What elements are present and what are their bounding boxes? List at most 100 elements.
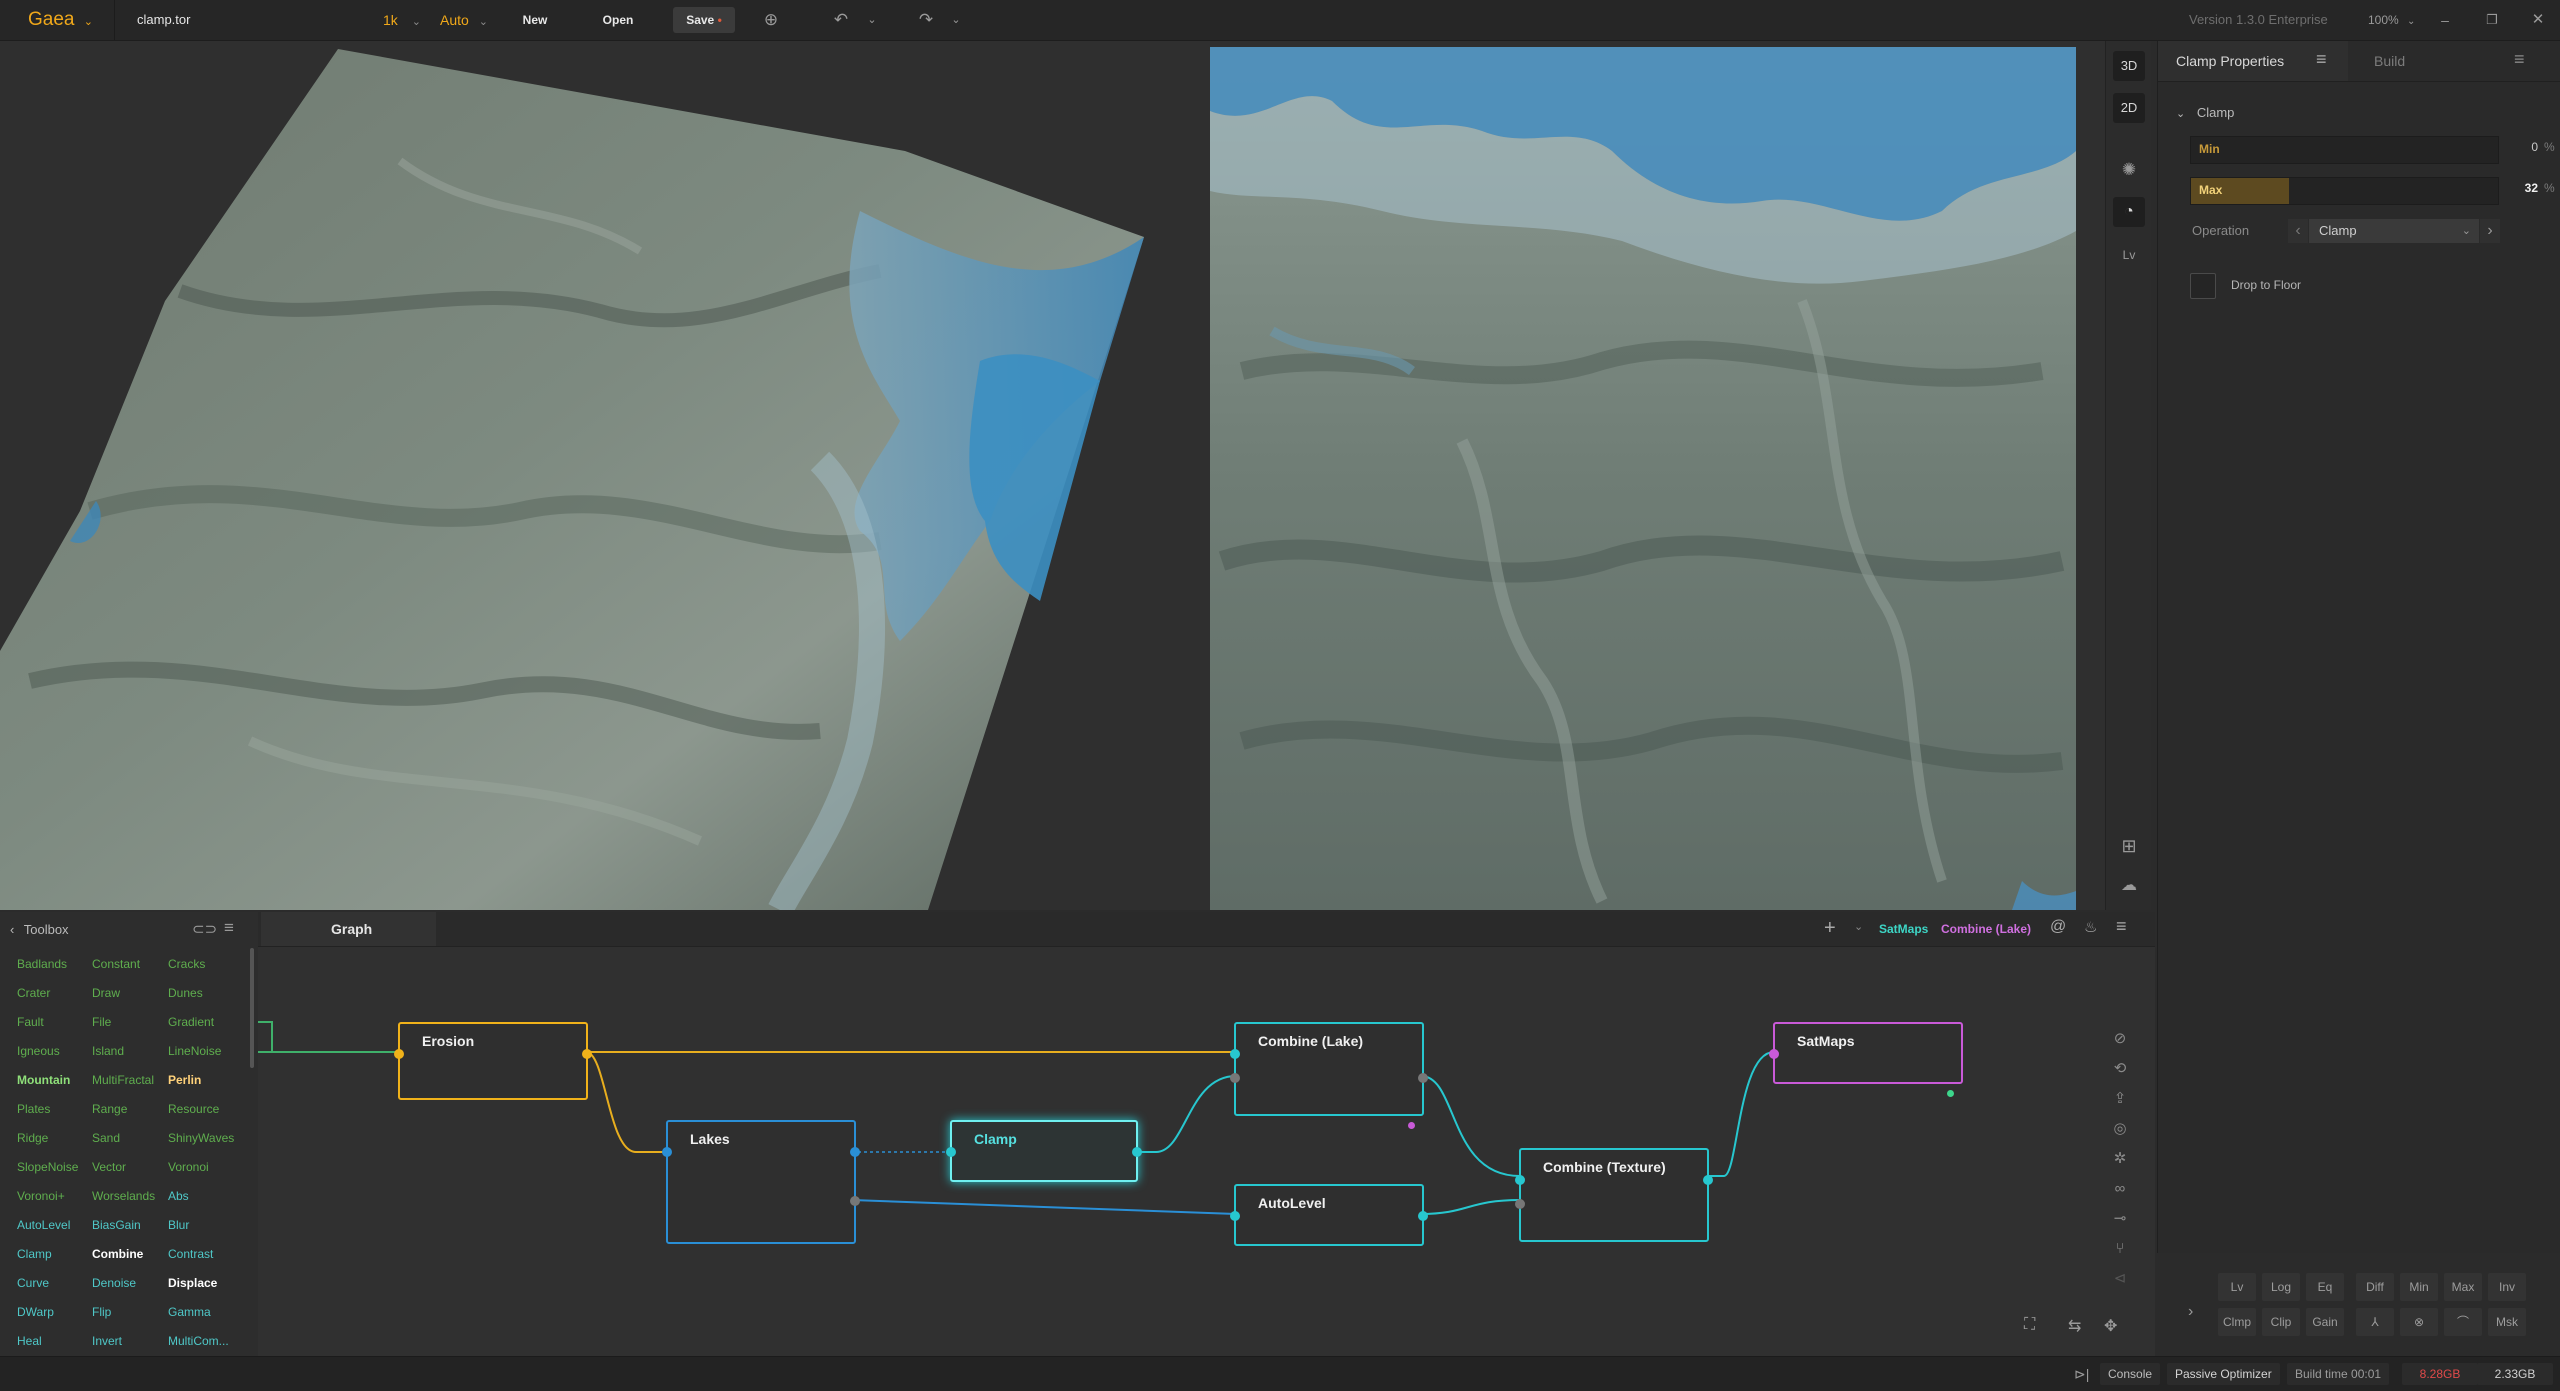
toolbox-item[interactable]: Worselands — [92, 1188, 155, 1204]
toolbox-item[interactable]: Ridge — [17, 1130, 48, 1146]
quick-button[interactable]: ⅄ — [2356, 1308, 2394, 1336]
toolbox-item[interactable]: Contrast — [168, 1246, 213, 1262]
toolbox-item[interactable]: Curve — [17, 1275, 49, 1291]
quick-button[interactable]: Max — [2444, 1273, 2482, 1301]
next-arrow-icon[interactable]: › — [2480, 219, 2500, 243]
export-icon[interactable]: ⇪ — [2108, 1084, 2132, 1114]
node-input-port[interactable] — [1230, 1073, 1240, 1083]
quick-button[interactable]: Lv — [2218, 1273, 2256, 1301]
node-input-port[interactable] — [946, 1147, 956, 1157]
toolbox-item[interactable]: Cracks — [168, 956, 205, 972]
tab-clamp-properties[interactable]: Clamp Properties ≡ — [2158, 41, 2348, 81]
node-output-port[interactable] — [850, 1147, 860, 1157]
toolbox-item[interactable]: Dunes — [168, 985, 203, 1001]
toolbox-item[interactable]: LineNoise — [168, 1043, 221, 1059]
lv-button[interactable]: Lv — [2113, 240, 2145, 270]
toolbox-item[interactable]: Heal — [17, 1333, 42, 1349]
toolbox-item[interactable]: Resource — [168, 1101, 219, 1117]
toolbox-scrollbar[interactable] — [250, 948, 254, 1068]
toolbox-item[interactable]: AutoLevel — [17, 1217, 70, 1233]
toolbox-item[interactable]: File — [92, 1014, 111, 1030]
toolbox-item[interactable]: Vector — [92, 1159, 126, 1175]
fit-view-icon[interactable]: ⛶ — [2024, 1316, 2035, 1334]
port-icon[interactable]: ⊲ — [2108, 1264, 2132, 1294]
min-value[interactable]: 0 — [2498, 140, 2538, 154]
toolbox-item[interactable]: Crater — [17, 985, 50, 1001]
toolbox-item[interactable]: Gamma — [168, 1304, 211, 1320]
chevron-down-icon[interactable]: ⌄ — [944, 8, 968, 32]
toolbox-item[interactable]: Voronoi+ — [17, 1188, 65, 1204]
cloud-icon[interactable]: ☁ — [2113, 871, 2145, 901]
grid-icon[interactable]: ⊞ — [2113, 831, 2145, 861]
toolbox-item[interactable]: Igneous — [17, 1043, 60, 1059]
node-autolevel[interactable]: AutoLevel — [1230, 1184, 1428, 1246]
toolbox-item[interactable]: Sand — [92, 1130, 120, 1146]
node-output-port[interactable] — [1418, 1211, 1428, 1221]
sun-icon[interactable]: ✺ — [2113, 155, 2145, 185]
section-header-clamp[interactable]: ⌄ Clamp — [2176, 105, 2234, 120]
graph-panel[interactable]: Graph + ⌄ SatMaps Combine (Lake) @ ♨ ≡ E… — [258, 912, 2155, 1356]
drop-to-floor-checkbox[interactable] — [2190, 273, 2216, 299]
node-satmaps[interactable]: SatMaps — [1769, 1022, 1963, 1097]
chevron-down-icon[interactable]: ⌄ — [860, 8, 884, 32]
min-slider[interactable]: Min — [2190, 136, 2499, 164]
menu-icon[interactable]: ≡ — [2514, 49, 2525, 70]
redo-icon[interactable]: ↷ — [914, 8, 938, 32]
node-erosion[interactable]: Erosion — [394, 1022, 592, 1100]
node-combine-lake[interactable]: Combine (Lake) — [1230, 1022, 1428, 1129]
viewport-2d[interactable] — [1182, 41, 2105, 910]
toggle-icon[interactable]: ⊂⊃ — [192, 920, 217, 938]
view-3d-button[interactable]: 3D — [2113, 51, 2145, 81]
quick-button[interactable]: Diff — [2356, 1273, 2394, 1301]
chevron-right-icon[interactable]: › — [2188, 1303, 2193, 1321]
undo-icon[interactable]: ↶ — [829, 8, 853, 32]
node-lakes[interactable]: Lakes — [662, 1120, 860, 1244]
node-input-port[interactable] — [1230, 1211, 1240, 1221]
gauge-icon[interactable]: ◔ — [2113, 197, 2145, 227]
node-input-port[interactable] — [1230, 1049, 1240, 1059]
toolbox-header[interactable]: ‹ Toolbox — [10, 922, 69, 937]
toolbox-item[interactable]: Mountain — [17, 1072, 70, 1088]
toolbox-item[interactable]: DWarp — [17, 1304, 54, 1320]
quick-button[interactable]: Clip — [2262, 1308, 2300, 1336]
node-output-port[interactable] — [1703, 1175, 1713, 1185]
quick-button[interactable]: Log — [2262, 1273, 2300, 1301]
quick-button[interactable]: Inv — [2488, 1273, 2526, 1301]
save-button[interactable]: Save • — [673, 7, 735, 33]
quick-button[interactable]: Eq — [2306, 1273, 2344, 1301]
toolbox-item[interactable]: Clamp — [17, 1246, 52, 1262]
quick-button[interactable]: ⌒ — [2444, 1308, 2482, 1336]
quick-button[interactable]: Clmp — [2218, 1308, 2256, 1336]
node-input-port[interactable] — [1515, 1175, 1525, 1185]
expand-icon[interactable]: ✥ — [2104, 1316, 2117, 1336]
node-combine-texture[interactable]: Combine (Texture) — [1515, 1148, 1713, 1242]
swap-icon[interactable]: ⇆ — [2068, 1316, 2081, 1336]
node-output-port[interactable] — [850, 1196, 860, 1206]
play-forward-icon[interactable]: ⊳| — [2066, 1363, 2097, 1385]
toolbox-item[interactable]: Invert — [92, 1333, 122, 1349]
branch-icon[interactable]: ⑂ — [2108, 1234, 2132, 1264]
menu-icon[interactable]: ≡ — [2316, 49, 2327, 70]
toolbox-item[interactable]: BiasGain — [92, 1217, 141, 1233]
toolbox-item[interactable]: Denoise — [92, 1275, 136, 1291]
toolbox-item[interactable]: Combine — [92, 1246, 143, 1262]
zoom-dropdown[interactable]: 100% ⌄ — [2368, 0, 2415, 40]
toolbox-item[interactable]: Badlands — [17, 956, 67, 972]
tab-build[interactable]: Build — [2374, 53, 2405, 69]
toolbox-item[interactable]: Perlin — [168, 1072, 201, 1088]
restore-icon[interactable]: ❐ — [2480, 8, 2504, 32]
add-circle-icon[interactable]: ⊕ — [759, 8, 783, 32]
max-value[interactable]: 32 — [2498, 181, 2538, 195]
app-menu[interactable]: Gaea ⌄ — [28, 0, 93, 40]
quick-button[interactable]: ⊗ — [2400, 1308, 2438, 1336]
toolbox-item[interactable]: MultiFractal — [92, 1072, 154, 1088]
refresh-icon[interactable]: ⟲ — [2108, 1054, 2132, 1084]
close-icon[interactable]: ✕ — [2526, 8, 2550, 32]
mask-port[interactable] — [1408, 1122, 1415, 1129]
new-button[interactable]: New — [508, 7, 562, 33]
node-input-port[interactable] — [394, 1049, 404, 1059]
menu-icon[interactable]: ≡ — [224, 918, 234, 938]
toolbox-item[interactable]: Range — [92, 1101, 127, 1117]
toolbox-item[interactable]: Blur — [168, 1217, 189, 1233]
quick-button[interactable]: Gain — [2306, 1308, 2344, 1336]
